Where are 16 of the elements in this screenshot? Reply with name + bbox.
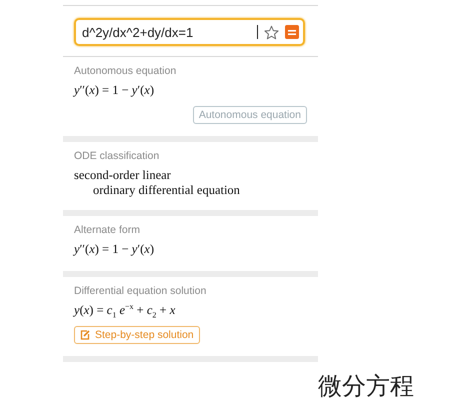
classification-text: ordinary differential equation <box>93 183 240 198</box>
math-formula: y′′(x) = 1 − y′(x) <box>74 242 154 257</box>
star-icon[interactable] <box>264 24 279 40</box>
math-formula: y(x) = c$_{1}$ e$^{−x}$ + c$_{2}$ + x <box>74 303 176 318</box>
edit-icon <box>80 330 90 340</box>
math-formula: y′′(x) = 1 − y′(x) <box>74 83 154 98</box>
caption-text: 微分方程 <box>318 374 414 398</box>
classification-text: second-order linear <box>74 168 171 183</box>
pod-title: ODE classification <box>74 150 160 162</box>
query-input-field[interactable]: d^2y/dx^2+dy/dx=1 <box>74 18 305 46</box>
equals-icon[interactable] <box>285 25 299 39</box>
autonomous-equation-button[interactable]: Autonomous equation <box>192 106 307 124</box>
pod-title: Autonomous equation <box>74 65 176 77</box>
pod-title: Differential equation solution <box>74 285 206 297</box>
pod-title: Alternate form <box>74 224 140 236</box>
step-by-step-button[interactable]: Step-by-step solution <box>74 326 200 344</box>
